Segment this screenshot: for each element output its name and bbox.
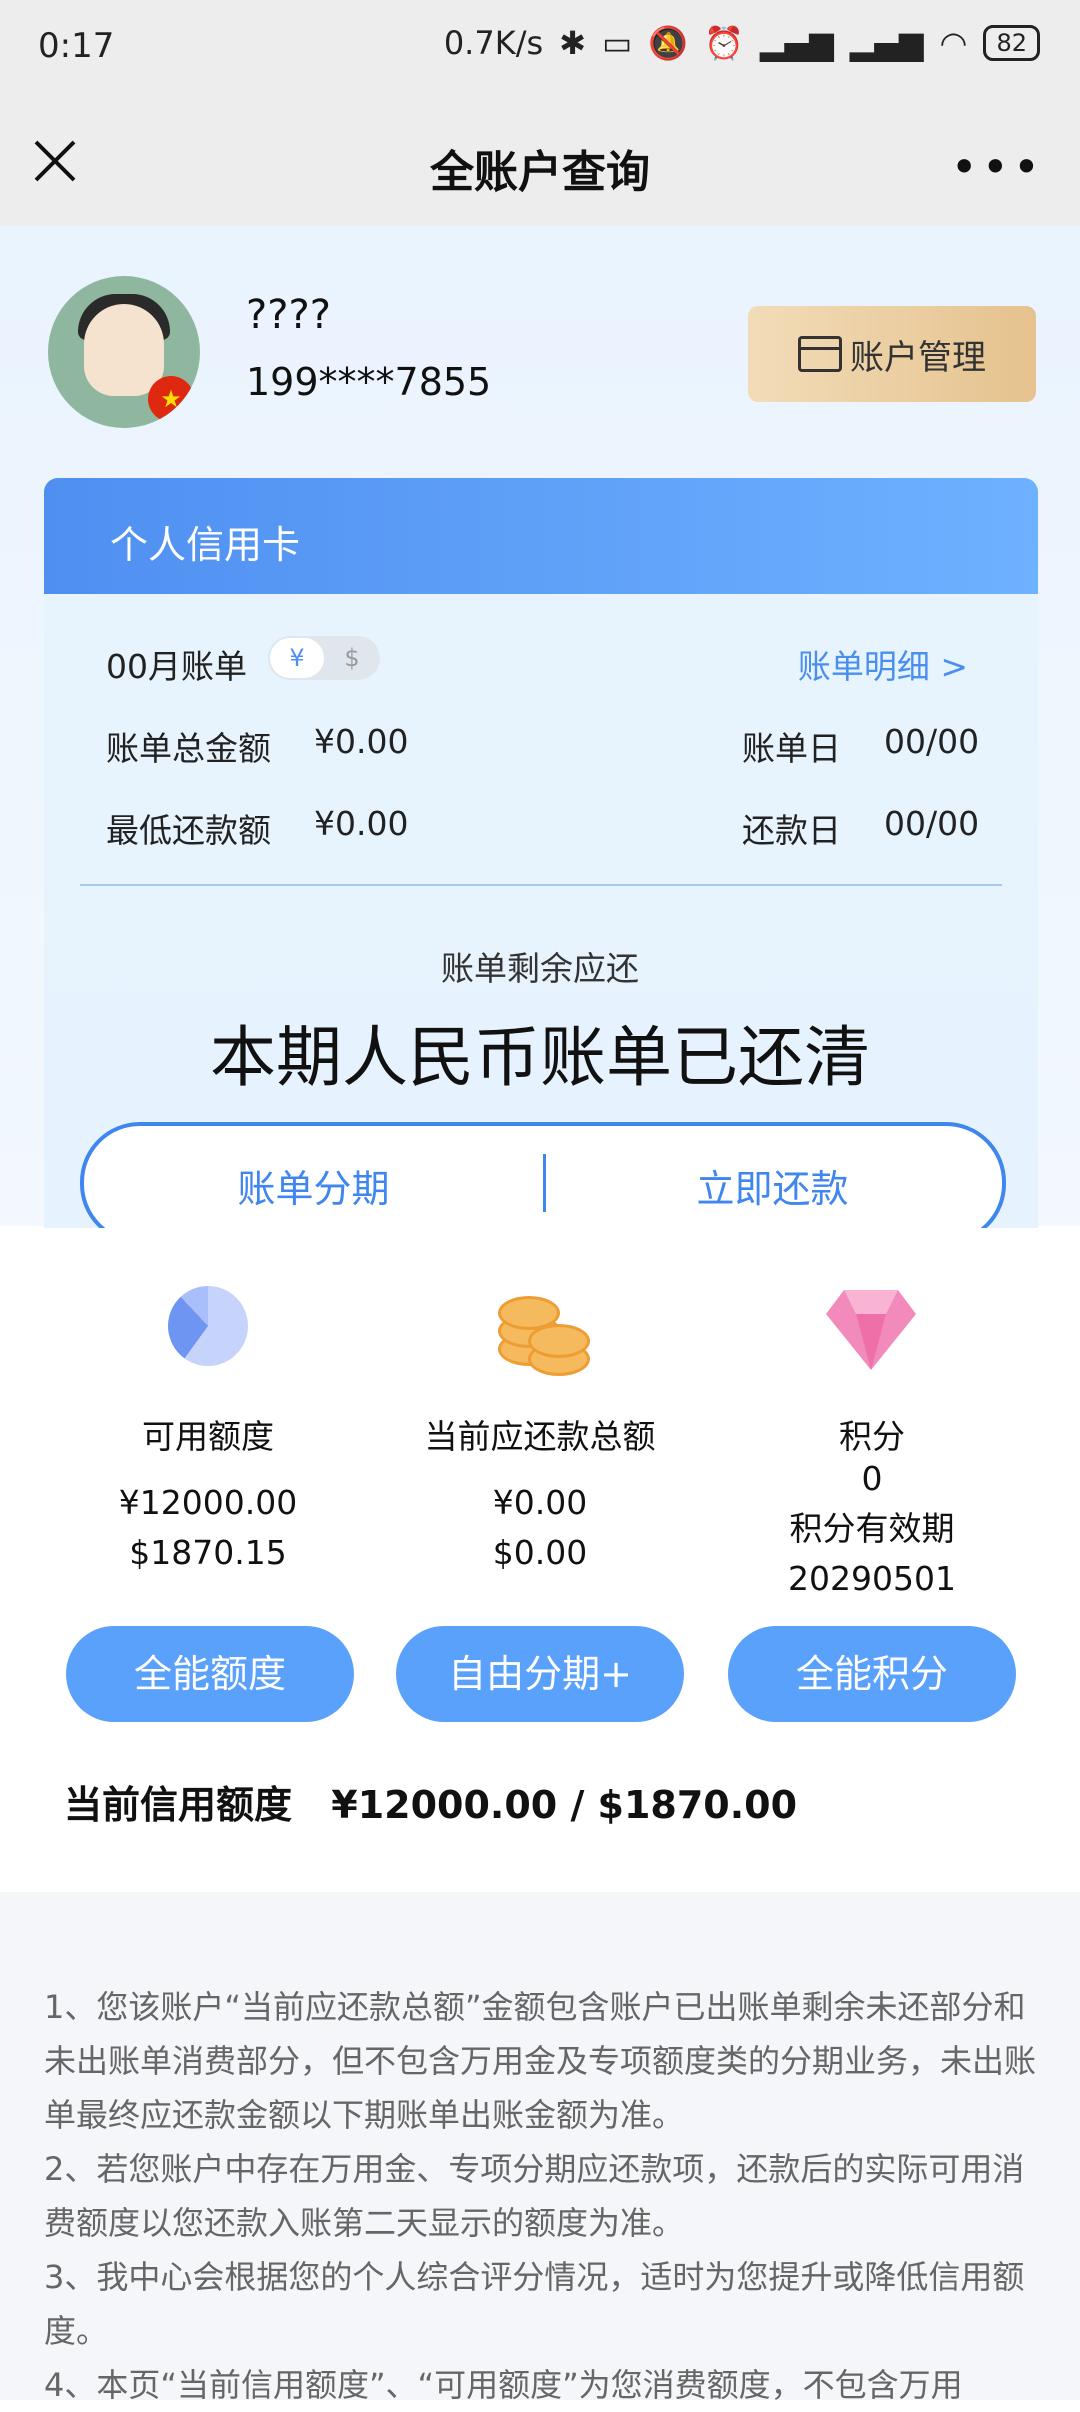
bluetooth-icon: ✱ [559,24,586,62]
due-total-usd: $0.00 [492,1533,588,1572]
panel-title: 个人信用卡 [110,523,301,567]
remaining-due-label: 账单剩余应还 [441,949,639,988]
status-icons: 0.7K/s ✱ ▭ 🔕 ⏰ ▂▄▆ ▂▄▆ ◠ 82 [444,24,1040,62]
notes-list: 1、您该账户“当前应还款总额”金额包含账户已出账单剩余未还部分和未出账单消费部分… [44,1980,1036,2412]
points-expiry-label: 积分有效期 [789,1509,955,1548]
more-icon[interactable]: ••• [951,140,1044,194]
user-name: ???? [246,292,331,338]
due-total-rmb: ¥0.00 [492,1483,588,1522]
account-manage-label: 账户管理 [850,337,986,378]
due-total-label: 当前应还款总额 [424,1417,656,1456]
account-manage-button[interactable]: 账户管理 [748,306,1036,402]
wifi-icon: ◠ [939,24,968,62]
credit-line-value: ¥12000.00 / $1870.00 [331,1783,798,1827]
avatar: ★ [48,276,200,428]
all-limit-button[interactable]: 全能额度 [66,1626,354,1722]
divider [80,884,1002,886]
battery-icon: 82 [983,25,1040,61]
total-amount-value: ¥0.00 [314,722,409,761]
note-item: 1、您该账户“当前应还款总额”金额包含账户已出账单剩余未还部分和未出账单消费部分… [44,1988,1037,2134]
status-time: 0:17 [38,26,115,66]
repay-now-button[interactable]: 立即还款 [543,1158,1002,1213]
due-day-value: 00/00 [884,804,980,843]
page-title: 全账户查询 [430,147,650,198]
bill-status-text: 本期人民币账单已还清 [210,1019,870,1096]
flag-badge-icon: ★ [148,376,194,422]
bill-detail-link[interactable]: 账单明细 > [798,640,968,688]
alarm-icon: ⏰ [704,24,744,62]
user-phone: 199****7855 [246,360,492,404]
signal-2-icon: ▂▄▆ [849,24,924,62]
pie-chart-icon [168,1286,248,1366]
points-label: 积分 [839,1417,905,1456]
currency-rmb-option[interactable]: ¥ [270,638,324,678]
credit-card-panel-header: 个人信用卡 [44,478,1038,594]
card-icon [798,336,842,372]
free-installment-button[interactable]: 自由分期+ [396,1626,684,1722]
credit-line-label: 当前信用额度 [64,1783,293,1827]
coins-icon [494,1284,590,1376]
note-item: 4、本页“当前信用额度”、“可用额度”为您消费额度，不包含万用 [44,2366,963,2404]
points-expiry-value: 20290501 [788,1559,956,1598]
signal-icon: ▂▄▆ [759,24,834,62]
note-item: 3、我中心会根据您的个人综合评分情况，适时为您提升或降低信用额度。 [44,2258,1025,2350]
vibrate-icon: ▭ [601,24,633,62]
status-bar: 0:17 0.7K/s ✱ ▭ 🔕 ⏰ ▂▄▆ ▂▄▆ ◠ 82 [0,0,1080,98]
mute-icon: 🔕 [648,24,689,62]
currency-usd-option[interactable]: $ [326,638,378,678]
total-amount-label: 账单总金额 [106,729,271,768]
available-limit-rmb: ¥12000.00 [118,1483,298,1522]
net-speed: 0.7K/s [443,24,544,62]
note-item: 2、若您账户中存在万用金、专项分期应还款项，还款后的实际可用消费额度以您还款入账… [44,2150,1025,2242]
bill-action-pill: 账单分期 立即还款 [80,1122,1006,1244]
points-value: 0 [861,1459,883,1498]
diamond-icon [826,1290,916,1370]
available-limit-usd: $1870.15 [129,1533,287,1572]
min-payment-label: 最低还款额 [106,811,271,850]
current-credit-line: 当前信用额度 ¥12000.00 / $1870.00 [64,1774,797,1829]
available-limit-label: 可用额度 [142,1417,274,1456]
bill-day-label: 账单日 [742,729,841,768]
installment-button[interactable]: 账单分期 [84,1158,543,1213]
currency-toggle[interactable]: ¥ $ [268,636,380,680]
bill-day-value: 00/00 [884,722,980,761]
month-bill-label: 00月账单 [106,647,247,686]
all-points-button[interactable]: 全能积分 [728,1626,1016,1722]
due-day-label: 还款日 [742,811,841,850]
nav-bar: 全账户查询 ••• [0,98,1080,226]
min-payment-value: ¥0.00 [314,804,409,843]
